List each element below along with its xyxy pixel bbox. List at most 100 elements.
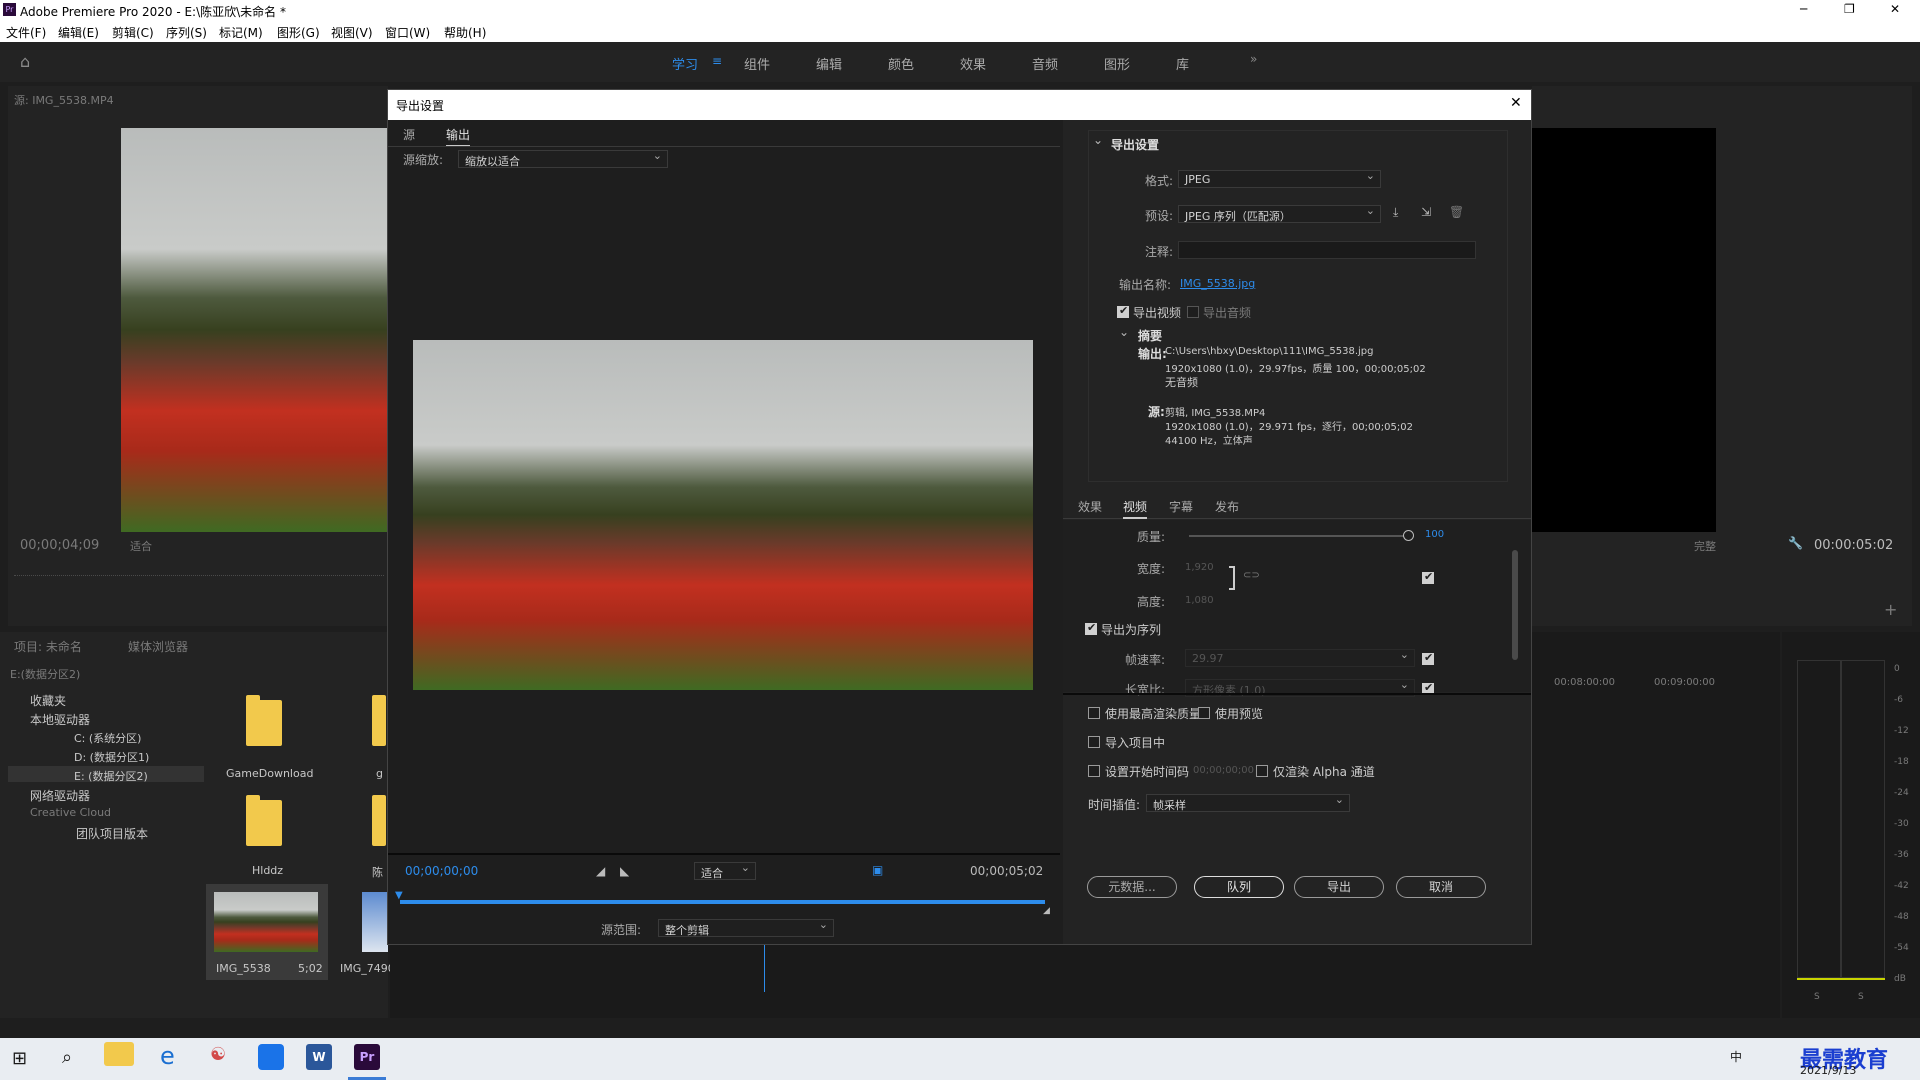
preset-dropdown[interactable]: JPEG 序列（匹配源）	[1178, 204, 1381, 223]
item-chen[interactable]: 陈	[372, 864, 383, 880]
premiere-taskbar-icon[interactable]: Pr	[354, 1044, 380, 1070]
menu-view[interactable]: 视图(V)	[331, 24, 373, 41]
export-button[interactable]: 导出	[1294, 876, 1384, 898]
workspace-libraries[interactable]: 库	[1176, 54, 1189, 73]
crop-icon[interactable]: ▣	[872, 863, 883, 877]
workspace-editing[interactable]: 编辑	[816, 54, 842, 73]
width-value[interactable]: 1,920	[1185, 562, 1214, 573]
render-alpha-checkbox[interactable]	[1256, 765, 1268, 777]
collapse-icon[interactable]: ⌄	[1093, 133, 1103, 147]
menu-clip[interactable]: 剪辑(C)	[112, 24, 154, 41]
dialog-close-button[interactable]: ✕	[1510, 95, 1522, 111]
save-preset-icon[interactable]: ⤓	[1393, 205, 1398, 220]
use-previews-checkbox[interactable]	[1198, 707, 1210, 719]
notepad-icon[interactable]	[258, 1044, 284, 1070]
delete-preset-icon[interactable]: 🗑	[1449, 205, 1464, 219]
tab-output[interactable]: 输出	[446, 126, 471, 147]
import-into-project-checkbox[interactable]	[1088, 736, 1100, 748]
thumb-img7490[interactable]	[362, 892, 388, 952]
item-gamedownload[interactable]: GameDownload	[226, 767, 313, 780]
tree-drive-d[interactable]: D: (数据分区1)	[74, 749, 149, 765]
metadata-button[interactable]: 元数据...	[1087, 876, 1177, 898]
menu-marker[interactable]: 标记(M)	[219, 24, 263, 41]
range-bar[interactable]	[400, 900, 1045, 904]
tree-drive-c[interactable]: C: (系统分区)	[74, 730, 141, 746]
export-audio-checkbox[interactable]	[1187, 306, 1199, 318]
solo-button[interactable]: S	[1814, 992, 1820, 1002]
max-render-quality-checkbox[interactable]	[1088, 707, 1100, 719]
time-interp-dropdown[interactable]: 帧采样	[1146, 793, 1350, 812]
workspace-effects[interactable]: 效果	[960, 54, 986, 73]
cancel-button[interactable]: 取消	[1396, 876, 1486, 898]
set-start-timecode-checkbox[interactable]	[1088, 765, 1100, 777]
tree-favorites[interactable]: 收藏夹	[30, 692, 66, 709]
item-g[interactable]: g	[376, 767, 383, 780]
menu-window[interactable]: 窗口(W)	[385, 24, 430, 41]
workspace-learn[interactable]: 学习	[672, 54, 698, 73]
settings-scrollbar[interactable]	[1512, 550, 1518, 660]
source-scale-dropdown[interactable]: 缩放以适合	[458, 149, 668, 168]
tab-video[interactable]: 视频	[1123, 498, 1148, 519]
menu-file[interactable]: 文件(F)	[6, 24, 46, 41]
edge-icon[interactable]: e	[160, 1042, 175, 1070]
tab-media-browser[interactable]: 媒体浏览器	[128, 638, 188, 655]
framerate-dropdown[interactable]: 29.97	[1185, 648, 1415, 667]
tab-source[interactable]: 源	[403, 126, 415, 143]
more-workspaces-icon[interactable]: »	[1250, 52, 1257, 66]
framerate-match-checkbox[interactable]	[1422, 651, 1434, 665]
export-video-checkbox[interactable]	[1117, 304, 1129, 318]
wrench-icon[interactable]: 🔧	[1788, 536, 1803, 550]
tree-team-projects[interactable]: 团队项目版本	[76, 825, 148, 842]
program-quality[interactable]: 完整	[1694, 538, 1716, 554]
workspace-graphics[interactable]: 图形	[1104, 54, 1130, 73]
height-value[interactable]: 1,080	[1185, 595, 1214, 606]
minimize-button[interactable]: ─	[1800, 2, 1807, 16]
workspace-audio[interactable]: 音频	[1032, 54, 1058, 73]
ime-indicator[interactable]: 中	[1730, 1048, 1742, 1065]
comment-field[interactable]	[1178, 241, 1476, 259]
tree-creative-cloud[interactable]: Creative Cloud	[30, 806, 111, 819]
folder-icon[interactable]	[372, 695, 386, 746]
mark-in-icon[interactable]: ◢	[596, 864, 605, 878]
restore-button[interactable]: ❐	[1844, 2, 1855, 16]
output-name-link[interactable]: IMG_5538.jpg	[1180, 277, 1255, 290]
tab-captions[interactable]: 字幕	[1169, 498, 1193, 515]
menu-edit[interactable]: 编辑(E)	[58, 24, 99, 41]
source-tab[interactable]: 源: IMG_5538.MP4	[14, 92, 114, 108]
source-fit[interactable]: 适合	[130, 538, 152, 554]
workspace-color[interactable]: 颜色	[888, 54, 914, 73]
source-time-ruler[interactable]	[14, 568, 384, 576]
timecode-start[interactable]: 00;00;00;00	[405, 864, 478, 878]
folder-icon[interactable]	[372, 795, 386, 846]
start-timecode-value[interactable]: 00;00;00;00	[1193, 765, 1254, 776]
quality-slider-track[interactable]	[1189, 535, 1409, 537]
mark-out-icon[interactable]: ◣	[620, 864, 629, 878]
chain-link-icon[interactable]: ⊂⊃	[1243, 570, 1260, 581]
app-icon[interactable]: ☯	[210, 1044, 226, 1065]
tab-project[interactable]: 项目: 未命名	[14, 638, 82, 655]
summary-collapse-icon[interactable]: ⌄	[1119, 325, 1129, 339]
range-end-handle[interactable]: ◢	[1043, 906, 1050, 916]
queue-button[interactable]: 队列	[1194, 876, 1284, 898]
drive-select[interactable]: E:(数据分区2)	[10, 666, 80, 682]
tree-network[interactable]: 网络驱动器	[30, 787, 90, 804]
quality-value[interactable]: 100	[1425, 529, 1444, 540]
menu-graphics[interactable]: 图形(G)	[277, 24, 320, 41]
thumb-img5538[interactable]	[214, 892, 318, 952]
menu-sequence[interactable]: 序列(S)	[166, 24, 207, 41]
close-window-button[interactable]: ✕	[1890, 2, 1900, 16]
import-preset-icon[interactable]: ⇲	[1421, 205, 1431, 219]
format-dropdown[interactable]: JPEG	[1178, 169, 1381, 188]
solo-button[interactable]: S	[1858, 992, 1864, 1002]
home-icon[interactable]: ⌂	[20, 52, 30, 71]
item-img5538[interactable]: IMG_5538	[216, 962, 271, 975]
menu-help[interactable]: 帮助(H)	[444, 24, 486, 41]
item-hlddz[interactable]: Hlddz	[252, 864, 283, 877]
source-range-dropdown[interactable]: 整个剪辑	[658, 918, 834, 937]
folder-icon[interactable]	[246, 795, 282, 846]
tree-local-drives[interactable]: 本地驱动器	[30, 711, 90, 728]
word-icon[interactable]: W	[306, 1044, 332, 1070]
file-explorer-icon[interactable]	[104, 1042, 134, 1066]
in-point-handle[interactable]: ▼	[395, 890, 403, 901]
export-as-sequence-checkbox[interactable]	[1085, 621, 1097, 635]
